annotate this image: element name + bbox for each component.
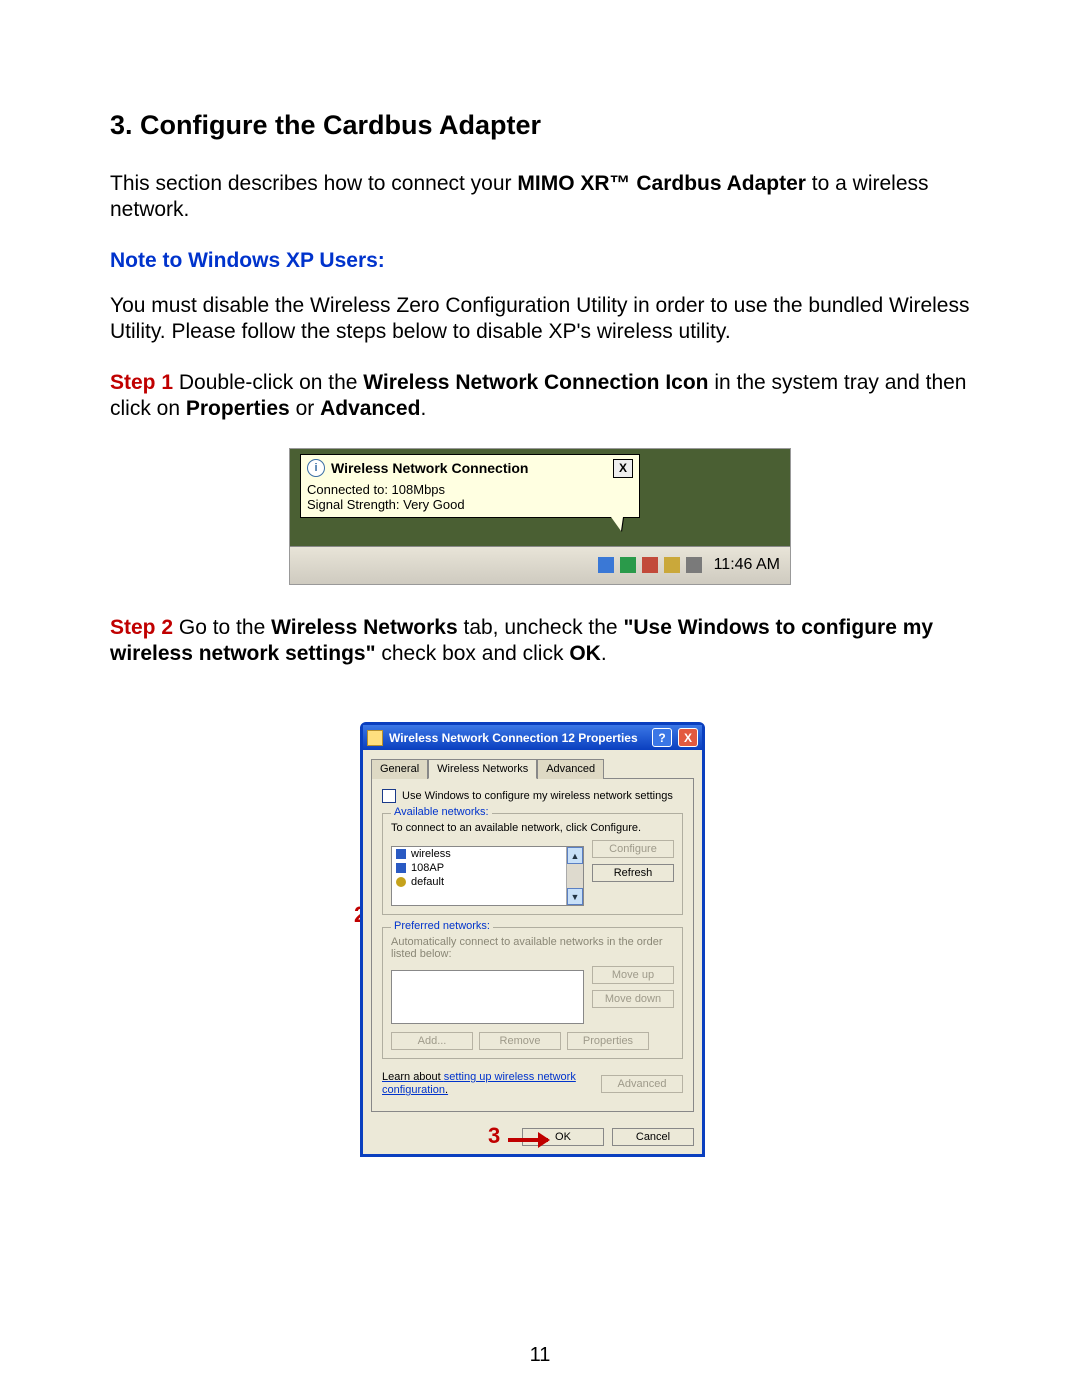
page-number: 11 (0, 1344, 1080, 1367)
dialog-bottom-buttons: OK Cancel (363, 1120, 702, 1154)
preferred-desc: Automatically connect to available netwo… (391, 936, 674, 960)
section-heading: 3. Configure the Cardbus Adapter (110, 110, 970, 141)
step2-b3: OK (569, 642, 601, 665)
step1-b2: Properties (186, 397, 290, 420)
note-body: You must disable the Wireless Zero Confi… (110, 293, 970, 346)
net-name: 108AP (411, 862, 444, 874)
ok-button[interactable]: OK (522, 1128, 604, 1146)
close-button[interactable]: X (678, 728, 698, 747)
cancel-button[interactable]: Cancel (612, 1128, 694, 1146)
tab-general[interactable]: General (371, 759, 428, 779)
screenshot-dialog-wrap: 1 2 Wireless Network Connection 12 Prope… (360, 722, 720, 1157)
use-windows-check-row[interactable]: Use Windows to configure my wireless net… (382, 789, 683, 803)
network-icon (396, 849, 406, 859)
use-windows-checkbox[interactable] (382, 789, 396, 803)
advanced-button[interactable]: Advanced (601, 1075, 683, 1093)
step2-t3: check box and click (376, 642, 570, 665)
net-name: wireless (411, 848, 451, 860)
step1-t4: . (420, 397, 426, 420)
use-windows-label: Use Windows to configure my wireless net… (402, 790, 673, 802)
screenshot-tooltip: i Wireless Network Connection X Connecte… (289, 448, 791, 585)
learn-pre: Learn about (382, 1071, 444, 1083)
dialog-titlebar: Wireless Network Connection 12 Propertie… (363, 725, 702, 750)
tooltip-close-button[interactable]: X (613, 459, 633, 478)
step2-t2: tab, uncheck the (458, 616, 624, 639)
dialog-title: Wireless Network Connection 12 Propertie… (389, 731, 638, 745)
info-icon: i (307, 459, 325, 477)
annotation-3: 3 (488, 1123, 500, 1149)
preferred-legend: Preferred networks: (391, 920, 493, 932)
tooltip-line1: Connected to: 108Mbps (307, 482, 633, 498)
configure-button[interactable]: Configure (592, 840, 674, 858)
learn-post: . (445, 1084, 448, 1096)
step1-b3: Advanced (320, 397, 420, 420)
step2-label: Step 2 (110, 616, 173, 639)
properties-button[interactable]: Properties (567, 1032, 649, 1050)
remove-button[interactable]: Remove (479, 1032, 561, 1050)
scroll-up-button[interactable]: ▲ (567, 847, 583, 864)
list-item: wireless (392, 847, 583, 861)
step2-t1: Go to the (173, 616, 271, 639)
tooltip-arrow (611, 517, 623, 531)
step2-t4: . (601, 642, 607, 665)
wireless-tooltip[interactable]: i Wireless Network Connection X Connecte… (300, 454, 640, 518)
intro-pre: This section describes how to connect yo… (110, 172, 517, 195)
add-button[interactable]: Add... (391, 1032, 473, 1050)
properties-dialog: Wireless Network Connection 12 Propertie… (360, 722, 705, 1157)
list-item: default (392, 875, 583, 889)
moveup-button[interactable]: Move up (592, 966, 674, 984)
available-list[interactable]: wireless 108AP default ▲ ▼ (391, 846, 584, 906)
refresh-button[interactable]: Refresh (592, 864, 674, 882)
tab-strip: General Wireless Networks Advanced (371, 759, 694, 779)
dialog-panel: Use Windows to configure my wireless net… (371, 778, 694, 1112)
tray-icon[interactable] (620, 557, 636, 573)
step1-b1: Wireless Network Connection Icon (363, 371, 708, 394)
tooltip-title: Wireless Network Connection (331, 460, 528, 476)
movedown-button[interactable]: Move down (592, 990, 674, 1008)
tray-icon[interactable] (598, 557, 614, 573)
available-networks-group: Available networks: To connect to an ava… (382, 813, 683, 915)
intro-bold: MIMO XR™ Cardbus Adapter (517, 172, 806, 195)
preferred-networks-group: Preferred networks: Automatically connec… (382, 927, 683, 1059)
preferred-list[interactable] (391, 970, 584, 1024)
taskbar: 11:46 AM (290, 546, 790, 584)
tray-icon[interactable] (664, 557, 680, 573)
tooltip-line2: Signal Strength: Very Good (307, 497, 633, 513)
step1-label: Step 1 (110, 371, 173, 394)
tab-wireless-networks[interactable]: Wireless Networks (428, 759, 537, 779)
step2-paragraph: Step 2 Go to the Wireless Networks tab, … (110, 615, 970, 668)
taskbar-clock: 11:46 AM (714, 556, 780, 574)
step1-t1: Double-click on the (173, 371, 363, 394)
list-item: 108AP (392, 861, 583, 875)
network-icon (396, 863, 406, 873)
scroll-down-button[interactable]: ▼ (567, 888, 583, 905)
window-icon (367, 730, 383, 746)
learn-link-text[interactable]: Learn about setting up wireless network … (382, 1071, 591, 1097)
network-icon (396, 877, 406, 887)
net-name: default (411, 876, 444, 888)
tray-icon[interactable] (686, 557, 702, 573)
intro-paragraph: This section describes how to connect yo… (110, 171, 970, 224)
help-button[interactable]: ? (652, 728, 672, 747)
annotation-3-arrow (508, 1138, 548, 1142)
tray-icon[interactable] (642, 557, 658, 573)
list-scrollbar[interactable]: ▲ ▼ (566, 847, 583, 905)
step2-b1: Wireless Networks (271, 616, 458, 639)
tab-advanced[interactable]: Advanced (537, 759, 604, 779)
available-desc: To connect to an available network, clic… (391, 822, 674, 834)
step1-paragraph: Step 1 Double-click on the Wireless Netw… (110, 370, 970, 423)
step1-t3: or (290, 397, 320, 420)
note-heading: Note to Windows XP Users: (110, 249, 970, 273)
available-legend: Available networks: (391, 806, 492, 818)
